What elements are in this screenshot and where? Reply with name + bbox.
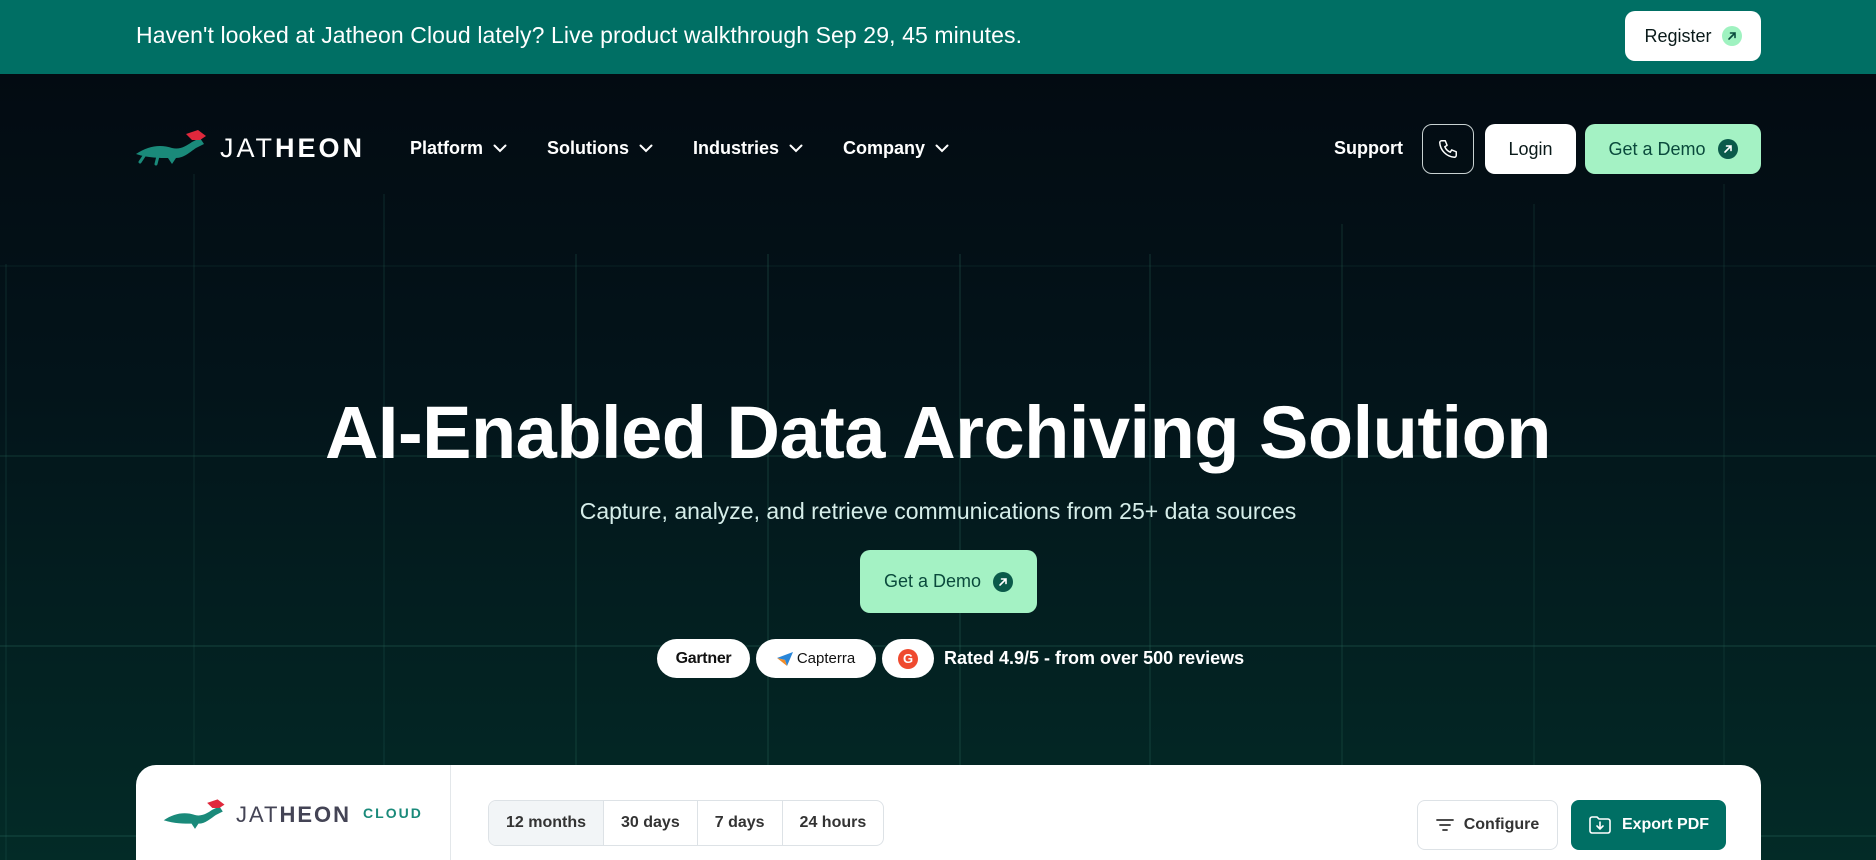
jatheon-logo[interactable]: JATHEON <box>134 128 365 168</box>
nav-item-solutions[interactable]: Solutions <box>547 138 653 159</box>
nav-item-platform[interactable]: Platform <box>410 138 507 159</box>
review-badges: Gartner Capterra G Rated 4.9/5 - from ov… <box>657 639 1244 678</box>
capterra-arrow-icon <box>776 651 793 666</box>
arrow-up-right-icon <box>993 571 1014 592</box>
export-pdf-button[interactable]: Export PDF <box>1571 800 1726 850</box>
panel-logo-wordmark: JATHEON <box>236 802 352 827</box>
demo-label: Get a Demo <box>883 571 982 591</box>
range-30-days[interactable]: 30 days <box>604 801 698 845</box>
login-button[interactable]: Login <box>1485 124 1576 174</box>
support-link[interactable]: Support <box>1334 138 1403 159</box>
nav-item-industries[interactable]: Industries <box>693 138 803 159</box>
hero-subtitle: Capture, analyze, and retrieve communica… <box>579 498 1297 524</box>
range-24-hours[interactable]: 24 hours <box>783 801 884 845</box>
arrow-up-right-icon <box>1721 26 1742 46</box>
phone-button[interactable] <box>1422 124 1474 174</box>
range-12-months[interactable]: 12 months <box>489 801 605 845</box>
range-7-days[interactable]: 7 days <box>698 801 783 845</box>
dashboard-preview: JATHEON CLOUD 12 months 30 days 7 days 2… <box>136 765 1761 860</box>
promo-banner: Haven't looked at Jatheon Cloud lately? … <box>0 0 1876 74</box>
phone-icon <box>1439 140 1457 158</box>
get-demo-button-nav[interactable]: Get a Demo <box>1585 124 1761 174</box>
chevron-down-icon <box>789 144 803 153</box>
capterra-logo-text: Capterra <box>796 650 856 667</box>
rating-text: Rated 4.9/5 - from over 500 reviews <box>944 648 1245 668</box>
g2-badge[interactable]: G <box>882 639 934 678</box>
arrow-up-right-icon <box>1717 139 1738 159</box>
logo-wordmark: JATHEON <box>220 132 366 163</box>
chevron-down-icon <box>935 144 949 153</box>
chevron-down-icon <box>639 144 653 153</box>
panel-divider <box>450 765 451 860</box>
lizard-logo-icon <box>136 130 206 166</box>
get-demo-button-hero[interactable]: Get a Demo <box>860 550 1037 613</box>
filter-lines-icon <box>1435 819 1454 831</box>
register-button[interactable]: Register <box>1625 11 1761 61</box>
time-range-selector: 12 months 30 days 7 days 24 hours <box>488 800 885 846</box>
capterra-badge[interactable]: Capterra <box>756 639 876 678</box>
configure-label: Configure <box>1463 816 1540 833</box>
banner-text: Haven't looked at Jatheon Cloud lately? … <box>136 22 1023 48</box>
g2-logo-icon: G <box>898 648 918 669</box>
nav-item-company[interactable]: Company <box>843 138 949 159</box>
register-label: Register <box>1644 25 1712 46</box>
chevron-down-icon <box>493 144 507 153</box>
lizard-logo-icon <box>163 799 225 829</box>
configure-button[interactable]: Configure <box>1417 800 1558 850</box>
folder-download-icon <box>1589 816 1611 834</box>
hero-title: AI-Enabled Data Archiving Solution <box>324 391 1552 474</box>
gartner-badge[interactable]: Gartner <box>657 639 750 678</box>
main-nav: Platform Solutions Industries Company <box>410 138 989 159</box>
jatheon-cloud-logo: JATHEON CLOUD <box>162 797 423 833</box>
gartner-logo-icon: Gartner <box>675 649 732 667</box>
cloud-word: CLOUD <box>363 805 423 821</box>
demo-label: Get a Demo <box>1608 138 1706 159</box>
export-label: Export PDF <box>1621 816 1710 833</box>
